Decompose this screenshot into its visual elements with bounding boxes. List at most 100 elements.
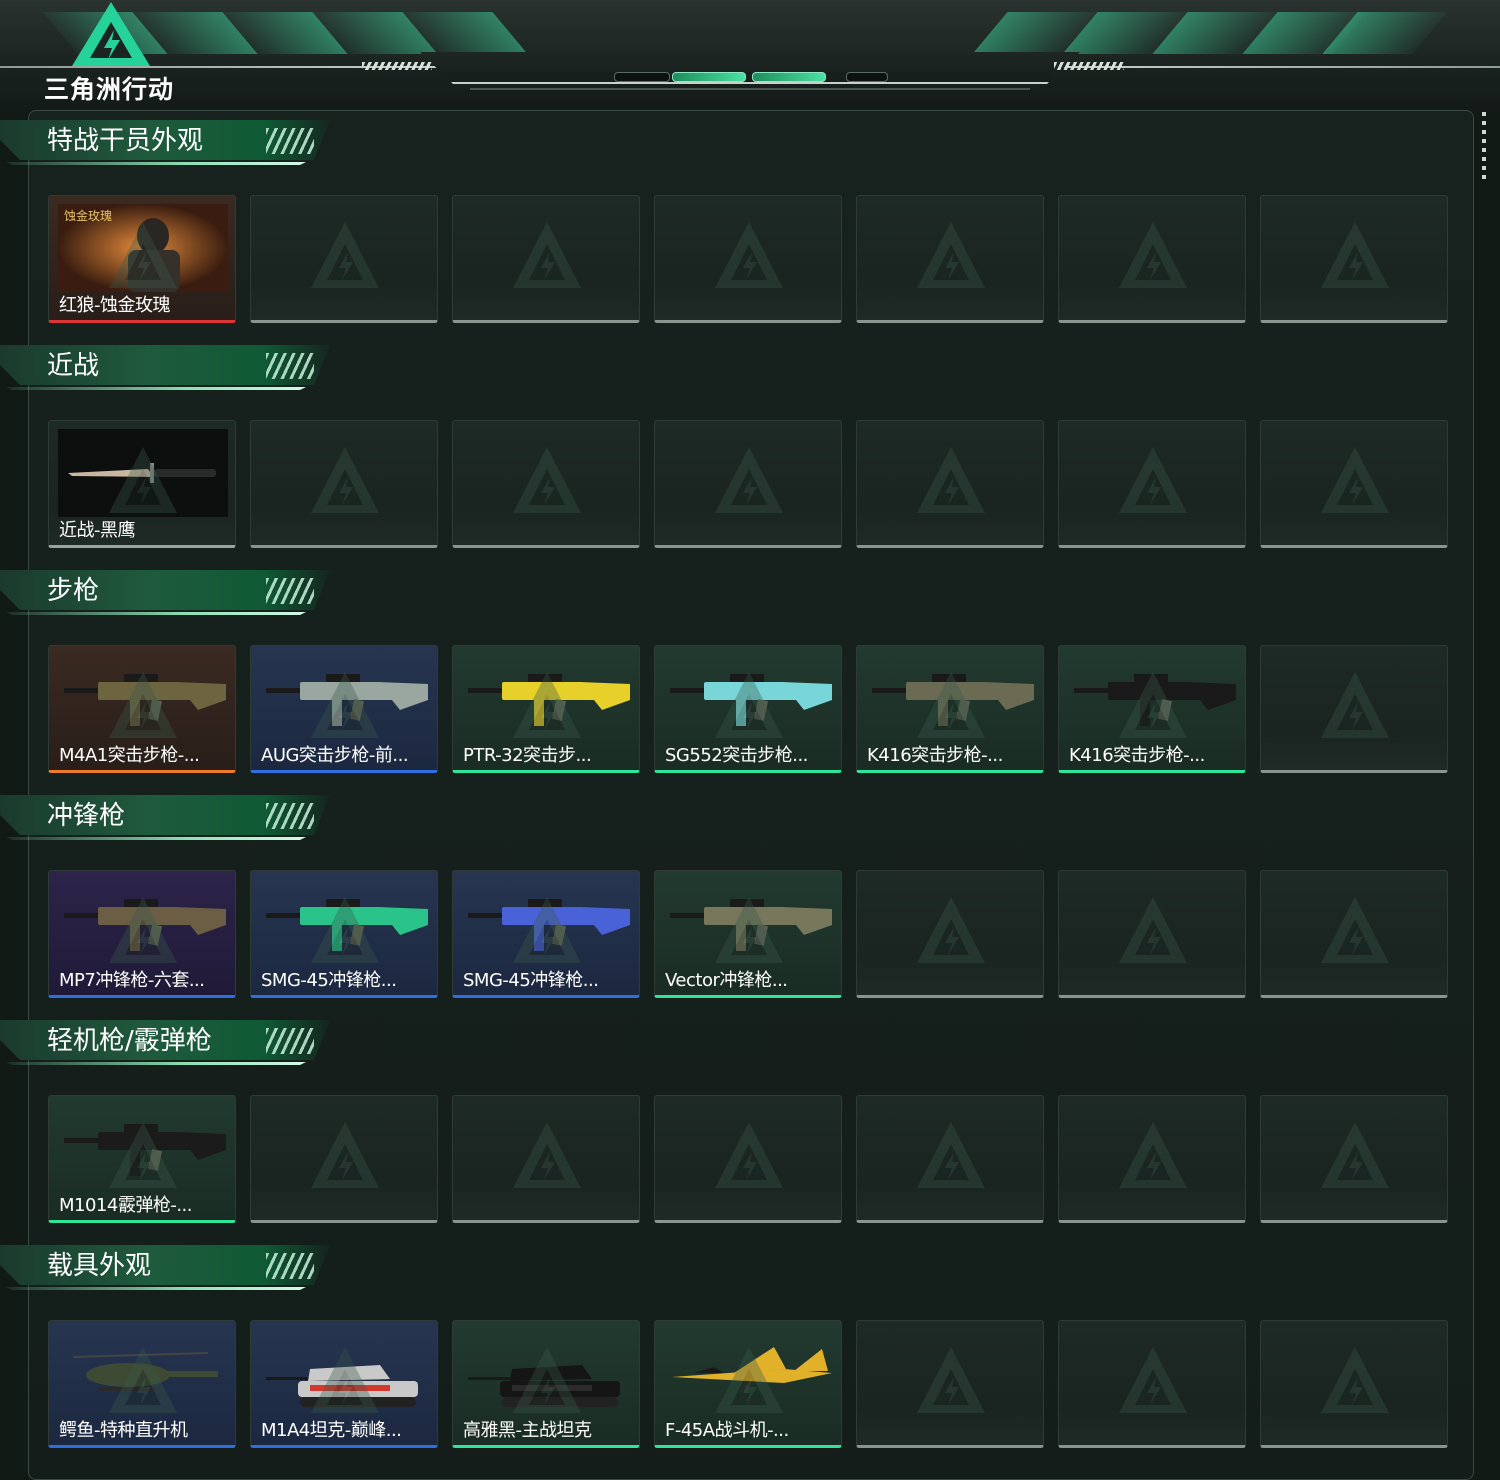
placeholder-logo-icon: [1321, 1122, 1389, 1188]
item-card[interactable]: PTR-32突击步...: [452, 645, 640, 773]
item-label: M1014霰弹枪-...: [59, 1195, 193, 1216]
smg-image: [58, 879, 228, 967]
item-card[interactable]: 蚀金玫瑰红狼-蚀金玫瑰: [48, 195, 236, 323]
rifle-image: [664, 654, 834, 742]
item-label: SMG-45冲锋枪...: [261, 970, 397, 991]
item-card[interactable]: F-45A战斗机-...: [654, 1320, 842, 1448]
item-card[interactable]: 近战-黑鹰: [48, 420, 236, 548]
item-card[interactable]: K416突击步枪-...: [1058, 645, 1246, 773]
empty-slot: [654, 195, 842, 323]
placeholder-logo-icon: [1321, 672, 1389, 738]
placeholder-logo-icon: [1321, 897, 1389, 963]
section-banner-hatch: [266, 353, 314, 379]
header-indicator: [846, 72, 888, 82]
placeholder-logo-icon: [715, 1122, 783, 1188]
empty-slot: [1058, 870, 1246, 998]
placeholder-logo-icon: [917, 672, 985, 738]
empty-slot: [654, 1095, 842, 1223]
item-label: SMG-45冲锋枪...: [463, 970, 599, 991]
smg-image: [462, 879, 632, 967]
knife-image: [58, 429, 228, 517]
section-banner-hatch: [266, 128, 314, 154]
empty-slot: [1260, 870, 1448, 998]
empty-slot: [250, 1095, 438, 1223]
item-label: SG552突击步枪...: [665, 745, 808, 766]
empty-slot: [1058, 1320, 1246, 1448]
placeholder-logo-icon: [513, 672, 581, 738]
item-label: 红狼-蚀金玫瑰: [59, 295, 171, 316]
section-banner: 轻机枪/霰弹枪: [0, 1020, 330, 1072]
game-logo-text: 三角洲行动: [44, 75, 175, 104]
header-indicator-active: [752, 72, 826, 82]
placeholder-logo-icon: [311, 222, 379, 288]
empty-slot: [856, 420, 1044, 548]
section-banner-underline: [6, 387, 306, 390]
placeholder-logo-icon: [513, 447, 581, 513]
placeholder-logo-icon: [1119, 1122, 1187, 1188]
placeholder-logo-icon: [109, 672, 177, 738]
placeholder-logo-icon: [917, 447, 985, 513]
item-card[interactable]: MP7冲锋枪-六套...: [48, 870, 236, 998]
rifle-image: [1068, 654, 1238, 742]
item-card[interactable]: K416突击步枪-...: [856, 645, 1044, 773]
placeholder-logo-icon: [311, 447, 379, 513]
empty-slot: [250, 420, 438, 548]
item-card[interactable]: M1014霰弹枪-...: [48, 1095, 236, 1223]
top-header: 三角洲行动: [0, 0, 1500, 110]
helicopter-image: [58, 1329, 228, 1417]
item-card[interactable]: M4A1突击步枪-...: [48, 645, 236, 773]
item-card[interactable]: SMG-45冲锋枪...: [452, 870, 640, 998]
section-banner-underline: [6, 612, 306, 615]
item-label: 高雅黑-主战坦克: [463, 1420, 592, 1441]
placeholder-logo-icon: [917, 1122, 985, 1188]
scrollbar-indicator[interactable]: [1482, 112, 1486, 182]
header-indicator-active: [672, 72, 746, 82]
empty-slot: [856, 870, 1044, 998]
item-card[interactable]: AUG突击步枪-前...: [250, 645, 438, 773]
placeholder-logo-icon: [1119, 447, 1187, 513]
item-label: PTR-32突击步...: [463, 745, 592, 766]
section-banner: 步枪: [0, 570, 330, 622]
item-card[interactable]: 高雅黑-主战坦克: [452, 1320, 640, 1448]
item-label: 近战-黑鹰: [59, 520, 136, 541]
item-card[interactable]: 鳄鱼-特种直升机: [48, 1320, 236, 1448]
section-banner-hatch: [266, 1253, 314, 1279]
placeholder-logo-icon: [311, 1347, 379, 1413]
placeholder-logo-icon: [311, 897, 379, 963]
placeholder-logo-icon: [311, 672, 379, 738]
tank-image: [462, 1329, 632, 1417]
placeholder-logo-icon: [513, 1347, 581, 1413]
delta-logo-icon: [72, 2, 150, 66]
header-stripes: [362, 62, 432, 70]
section-title: 轻机枪/霰弹枪: [47, 1026, 212, 1056]
empty-slot: [1260, 195, 1448, 323]
item-label: M1A4坦克-巅峰...: [261, 1420, 402, 1441]
smg-image: [664, 879, 834, 967]
operator-skin-image: 蚀金玫瑰: [58, 204, 228, 292]
placeholder-logo-icon: [1119, 1347, 1187, 1413]
empty-slot: [1058, 195, 1246, 323]
placeholder-logo-icon: [1119, 222, 1187, 288]
section-banner: 特战干员外观: [0, 120, 330, 172]
item-card[interactable]: Vector冲锋枪...: [654, 870, 842, 998]
item-label: K416突击步枪-...: [867, 745, 1003, 766]
placeholder-logo-icon: [715, 1347, 783, 1413]
placeholder-logo-icon: [109, 222, 177, 288]
empty-slot: [1260, 1320, 1448, 1448]
empty-slot: [452, 195, 640, 323]
section-banner-underline: [6, 1287, 306, 1290]
smg-image: [260, 879, 430, 967]
placeholder-logo-icon: [513, 1122, 581, 1188]
empty-slot: [654, 420, 842, 548]
section-banner: 载具外观: [0, 1245, 330, 1297]
section-banner-underline: [6, 837, 306, 840]
section-banner-hatch: [266, 578, 314, 604]
item-card[interactable]: SMG-45冲锋枪...: [250, 870, 438, 998]
item-card[interactable]: SG552突击步枪...: [654, 645, 842, 773]
empty-slot: [452, 1095, 640, 1223]
item-card[interactable]: M1A4坦克-巅峰...: [250, 1320, 438, 1448]
empty-slot: [1260, 645, 1448, 773]
empty-slot: [856, 1095, 1044, 1223]
empty-slot: [1058, 420, 1246, 548]
section-banner-hatch: [266, 803, 314, 829]
